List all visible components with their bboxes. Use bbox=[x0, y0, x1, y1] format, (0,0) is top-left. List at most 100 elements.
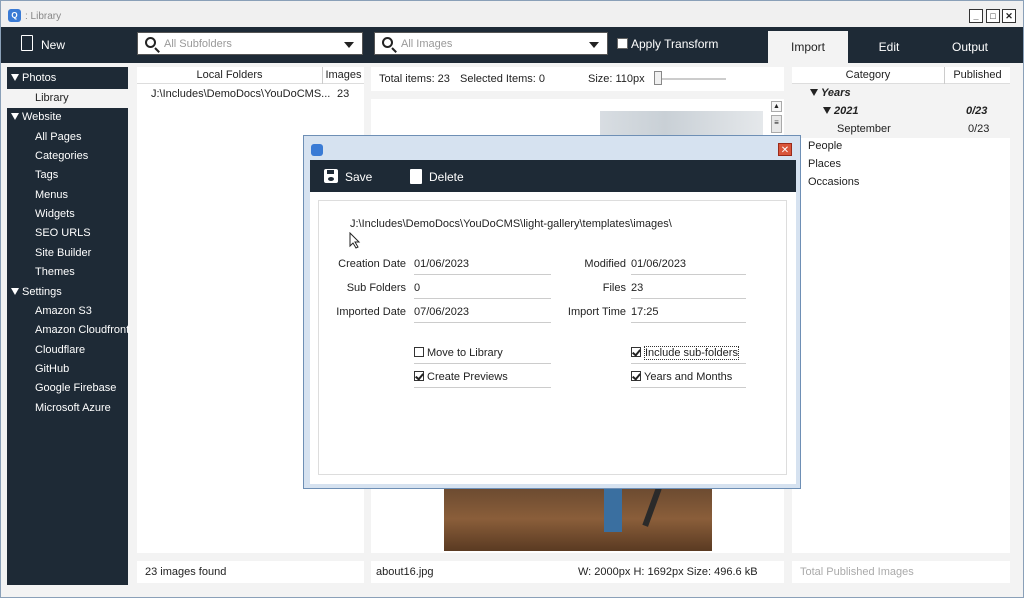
floppy-disk-icon bbox=[324, 169, 338, 183]
month-node[interactable]: September bbox=[837, 121, 891, 138]
minimize-button[interactable]: _ bbox=[969, 9, 983, 23]
category-occasions[interactable]: Occasions bbox=[808, 174, 859, 191]
search-icon bbox=[382, 37, 393, 48]
year-published-count: 0/23 bbox=[966, 105, 988, 117]
image-thumbnail[interactable] bbox=[600, 111, 763, 136]
photo-detail bbox=[642, 487, 662, 527]
triangle-down-icon bbox=[11, 288, 19, 295]
triangle-down-icon bbox=[11, 74, 19, 81]
selected-filename: about16.jpg bbox=[376, 566, 434, 578]
sidebar-item-seo-urls[interactable]: SEO URLS bbox=[7, 224, 91, 243]
sidebar-group-website[interactable]: Website bbox=[7, 108, 62, 127]
files-field[interactable]: 23 bbox=[631, 282, 746, 299]
category-people[interactable]: People bbox=[808, 138, 842, 155]
published-status: Total Published Images bbox=[792, 561, 1010, 583]
selected-items: Selected Items: 0 bbox=[460, 73, 545, 85]
scroll-up-button[interactable]: ▲ bbox=[771, 101, 782, 112]
dialog-toolbar: Save Delete bbox=[310, 160, 796, 192]
import-folder-path: J:\Includes\DemoDocs\YouDoCMS\light-gall… bbox=[350, 218, 672, 230]
sidebar-item-tags[interactable]: Tags bbox=[7, 166, 58, 185]
mouse-cursor-icon bbox=[349, 232, 361, 249]
close-button[interactable]: ✕ bbox=[1002, 9, 1016, 23]
column-header-category[interactable]: Category bbox=[792, 67, 945, 84]
imported-date-label: Imported Date bbox=[336, 306, 406, 318]
year-node[interactable]: 2021 bbox=[823, 103, 858, 120]
checkbox-checked-icon bbox=[631, 347, 641, 357]
images-filter-dropdown[interactable]: All Images bbox=[374, 32, 608, 55]
dialog-panel bbox=[318, 200, 787, 475]
sidebar-item-site-builder[interactable]: Site Builder bbox=[7, 244, 91, 263]
app-window: Q : Library _ □ ✕ New All Subfolders All… bbox=[0, 0, 1024, 598]
tab-output[interactable]: Output bbox=[929, 31, 1011, 63]
sub-folders-label: Sub Folders bbox=[346, 282, 406, 294]
sidebar-item-categories[interactable]: Categories bbox=[7, 147, 88, 166]
sidebar-item-menus[interactable]: Menus bbox=[7, 186, 68, 205]
maximize-button[interactable]: □ bbox=[986, 9, 1000, 23]
triangle-down-icon bbox=[810, 89, 818, 96]
app-logo-icon: Q bbox=[8, 9, 21, 22]
creation-date-field[interactable]: 01/06/2023 bbox=[414, 258, 551, 275]
sidebar-item-themes[interactable]: Themes bbox=[7, 263, 75, 282]
thumbnail-size: Size: 110px bbox=[588, 73, 645, 85]
tab-edit[interactable]: Edit bbox=[849, 31, 929, 63]
sidebar-item-amazon-s3[interactable]: Amazon S3 bbox=[7, 302, 92, 321]
save-button[interactable]: Save bbox=[324, 169, 372, 184]
dialog-body bbox=[310, 192, 796, 484]
search-icon bbox=[145, 37, 156, 48]
new-document-icon bbox=[21, 35, 33, 51]
slider-handle[interactable] bbox=[654, 71, 662, 85]
new-button[interactable]: New bbox=[15, 33, 73, 55]
subfolders-dropdown[interactable]: All Subfolders bbox=[137, 32, 363, 55]
triangle-down-icon bbox=[11, 113, 19, 120]
sidebar-group-photos[interactable]: Photos bbox=[7, 69, 56, 88]
sidebar-group-settings[interactable]: Settings bbox=[7, 283, 62, 302]
thumbnail-size-slider[interactable] bbox=[656, 78, 726, 80]
folder-image-count: 23 bbox=[337, 88, 350, 100]
total-items: Total items: 23 bbox=[379, 73, 450, 85]
dialog-close-button[interactable]: ✕ bbox=[778, 143, 792, 156]
sidebar-item-library[interactable]: Library bbox=[7, 89, 128, 108]
sidebar-item-all-pages[interactable]: All Pages bbox=[7, 128, 81, 147]
column-header-images[interactable]: Images bbox=[323, 67, 364, 84]
sidebar-item-google-firebase[interactable]: Google Firebase bbox=[7, 379, 116, 398]
imported-date-field[interactable]: 07/06/2023 bbox=[414, 306, 551, 323]
modified-field[interactable]: 01/06/2023 bbox=[631, 258, 746, 275]
photo-detail bbox=[604, 487, 622, 532]
title-bar: Q : Library _ □ ✕ bbox=[1, 1, 1023, 27]
window-title: : Library bbox=[25, 11, 62, 22]
sidebar-item-microsoft-azure[interactable]: Microsoft Azure bbox=[7, 399, 111, 418]
app-logo-icon bbox=[311, 144, 323, 156]
chevron-down-icon bbox=[344, 42, 354, 48]
folder-row[interactable]: J:\Includes\DemoDocs\YouDoCMS... 23 bbox=[137, 86, 364, 103]
tab-import[interactable]: Import bbox=[768, 31, 848, 63]
sidebar-item-widgets[interactable]: Widgets bbox=[7, 205, 75, 224]
years-node[interactable]: Years bbox=[810, 85, 851, 102]
import-time-label: Import Time bbox=[567, 306, 626, 318]
column-header-local-folders[interactable]: Local Folders bbox=[137, 67, 323, 84]
category-header: Category Published bbox=[792, 67, 1010, 84]
apply-transform-checkbox[interactable]: Apply Transform bbox=[617, 37, 718, 51]
delete-button[interactable]: Delete bbox=[410, 169, 464, 184]
import-time-field[interactable]: 17:25 bbox=[631, 306, 746, 323]
column-header-published[interactable]: Published bbox=[945, 67, 1010, 84]
checkbox-box bbox=[617, 38, 628, 49]
sidebar-item-github[interactable]: GitHub bbox=[7, 360, 69, 379]
sub-folders-field[interactable]: 0 bbox=[414, 282, 551, 299]
image-thumbnail[interactable] bbox=[444, 487, 712, 551]
include-subfolders-checkbox[interactable]: Include sub-folders bbox=[631, 346, 746, 364]
sidebar-item-cloudflare[interactable]: Cloudflare bbox=[7, 341, 85, 360]
image-dimensions: W: 2000px H: 1692px Size: 496.6 kB bbox=[578, 566, 758, 578]
years-and-months-checkbox[interactable]: Years and Months bbox=[631, 371, 746, 388]
category-places[interactable]: Places bbox=[808, 156, 841, 173]
image-status-bar: about16.jpg W: 2000px H: 1692px Size: 49… bbox=[371, 561, 784, 583]
chevron-down-icon bbox=[589, 42, 599, 48]
checkbox-checked-icon bbox=[414, 371, 424, 381]
sidebar-item-amazon-cloudfront[interactable]: Amazon Cloudfront bbox=[7, 321, 129, 340]
trash-icon bbox=[410, 169, 422, 184]
checkbox-box bbox=[414, 347, 424, 357]
scrollbar-thumb[interactable]: ≡ bbox=[771, 115, 782, 133]
move-to-library-checkbox[interactable]: Move to Library bbox=[414, 347, 551, 364]
files-label: Files bbox=[602, 282, 626, 294]
create-previews-checkbox[interactable]: Create Previews bbox=[414, 371, 551, 388]
folders-status: 23 images found bbox=[137, 561, 364, 583]
